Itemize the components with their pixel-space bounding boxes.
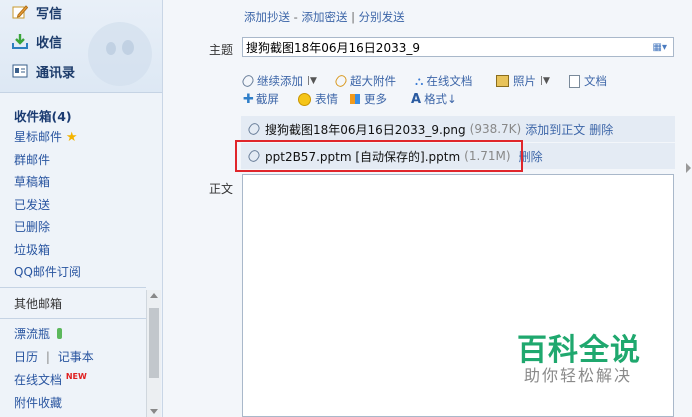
format-label: 格式↓ — [424, 92, 457, 106]
smiley-icon — [298, 92, 311, 106]
folder-drafts[interactable]: 草稿箱 — [14, 173, 50, 190]
receive-mail-label: 收信 — [36, 35, 63, 51]
subject-value: 搜狗截图18年06月16日2033_9 — [246, 41, 420, 55]
qq-mascot-decoration — [88, 22, 152, 86]
separate-send-link[interactable]: 分别发送 — [359, 10, 405, 24]
new-badge: NEW — [65, 372, 87, 381]
document-label: 文档 — [584, 74, 607, 88]
body-label: 正文 — [209, 182, 234, 196]
add-cc-link[interactable]: 添加抄送 — [244, 10, 290, 24]
emoji-label: 表情 — [315, 92, 338, 106]
subject-input[interactable]: 搜狗截图18年06月16日2033_9 ▦▾ — [242, 37, 674, 57]
folder-qq-subscribe[interactable]: QQ邮件订阅 — [14, 263, 81, 280]
photo-button[interactable]: 照片 |▼ — [496, 73, 550, 89]
divider-bar: | — [45, 350, 50, 364]
folder-spam[interactable]: 垃圾箱 — [14, 241, 50, 258]
add-to-body-link[interactable]: 添加到正文 — [525, 121, 585, 138]
folder-starred[interactable]: 星标邮件 ★ — [14, 128, 78, 145]
super-attachment-button[interactable]: 超大附件 — [333, 73, 396, 89]
highlight-box — [235, 140, 523, 172]
paperclip-icon — [240, 73, 256, 89]
pencil-icon — [12, 4, 29, 20]
calendar-notepad-row: 日历 | 记事本 — [14, 348, 94, 365]
scroll-down-icon[interactable] — [150, 409, 158, 414]
large-paperclip-icon — [333, 73, 349, 89]
photo-label: 照片 — [513, 74, 536, 88]
folder-group[interactable]: 群邮件 — [14, 151, 50, 168]
add-bcc-link[interactable]: 添加密送 — [301, 10, 347, 24]
folder-sent[interactable]: 已发送 — [14, 196, 50, 213]
screenshot-label: 截屏 — [255, 92, 279, 106]
online-doc-button[interactable]: ⛬ 在线文档 — [415, 73, 472, 89]
people-share-icon: ⛬ — [415, 73, 424, 88]
document-button[interactable]: 文档 — [569, 73, 607, 89]
folder-starred-label: 星标邮件 — [14, 130, 63, 144]
font-format-icon: A — [411, 91, 422, 107]
drift-bottle-label: 漂流瓶 — [14, 327, 51, 341]
collapse-arrow-icon[interactable] — [686, 163, 691, 173]
cc-links-row: 添加抄送 - 添加密送 | 分别发送 — [244, 9, 405, 25]
attachment-name: 搜狗截图18年06月16日2033_9.png — [265, 122, 466, 137]
folder-inbox[interactable]: 收件箱(4) — [14, 106, 72, 125]
contacts-button[interactable]: 通讯录 — [12, 61, 75, 81]
screenshot-button[interactable]: ✚ 截屏 — [243, 91, 279, 107]
sidebar: 写信 收信 通讯录 收件箱(4) 星标邮件 ★ 群邮件 草稿箱 已发送 已删除 … — [0, 0, 163, 417]
compose-label: 写信 — [36, 6, 63, 22]
sidebar-divider — [0, 318, 146, 319]
bar-separator: | — [351, 10, 355, 24]
sidebar-scrollbar[interactable] — [146, 290, 161, 417]
more-button[interactable]: 更多 — [350, 91, 387, 107]
dropdown-arrow-icon[interactable]: |▼ — [307, 76, 317, 86]
grid-more-icon — [350, 94, 360, 104]
photo-dropdown-icon[interactable]: |▼ — [540, 76, 550, 86]
watermark-subtitle: 助你轻松解决 — [524, 366, 633, 385]
quick-actions-panel: 写信 收信 通讯录 — [0, 0, 162, 93]
other-mailboxes-header[interactable]: 其他邮箱 — [14, 295, 62, 312]
document-icon — [569, 74, 580, 88]
drift-bottle-link[interactable]: 漂流瓶 — [14, 325, 62, 342]
address-book-icon — [12, 63, 28, 79]
contacts-label: 通讯录 — [36, 65, 76, 81]
star-icon: ★ — [65, 130, 78, 145]
online-docs-link[interactable]: 在线文档 NEW — [14, 371, 87, 388]
more-label: 更多 — [364, 92, 387, 106]
subject-options-icon[interactable]: ▦▾ — [653, 38, 667, 58]
folder-deleted[interactable]: 已删除 — [14, 218, 50, 235]
attachments-collection-link[interactable]: 附件收藏 — [14, 394, 62, 411]
sidebar-divider — [0, 287, 146, 288]
online-doc-label: 在线文档 — [426, 74, 473, 88]
download-inbox-icon — [12, 33, 28, 49]
attachment-size: (938.7K) — [469, 122, 522, 136]
receive-mail-button[interactable]: 收信 — [12, 31, 62, 51]
continue-add-attachment-button[interactable]: 继续添加 |▼ — [240, 73, 317, 89]
subject-label: 主题 — [209, 43, 234, 57]
emoji-button[interactable]: 表情 — [298, 91, 338, 107]
scroll-up-icon[interactable] — [150, 293, 158, 298]
attachment-paperclip-icon — [246, 121, 262, 137]
attachment-row-1: 搜狗截图18年06月16日2033_9.png (938.7K) 添加到正文 删… — [241, 116, 675, 142]
scroll-thumb[interactable] — [149, 308, 159, 378]
delete-attachment-link[interactable]: 删除 — [589, 121, 613, 138]
format-button[interactable]: A 格式↓ — [411, 91, 457, 107]
super-attachment-label: 超大附件 — [350, 74, 396, 88]
bottle-icon — [56, 328, 62, 339]
photo-icon — [496, 75, 509, 87]
notepad-link[interactable]: 记事本 — [58, 350, 94, 364]
compose-button[interactable]: 写信 — [12, 2, 62, 22]
continue-add-label: 继续添加 — [257, 74, 303, 88]
dash-separator: - — [293, 10, 298, 24]
calendar-link[interactable]: 日历 — [14, 350, 38, 364]
online-docs-label: 在线文档 — [14, 373, 63, 387]
screenshot-icon: ✚ — [243, 91, 254, 107]
